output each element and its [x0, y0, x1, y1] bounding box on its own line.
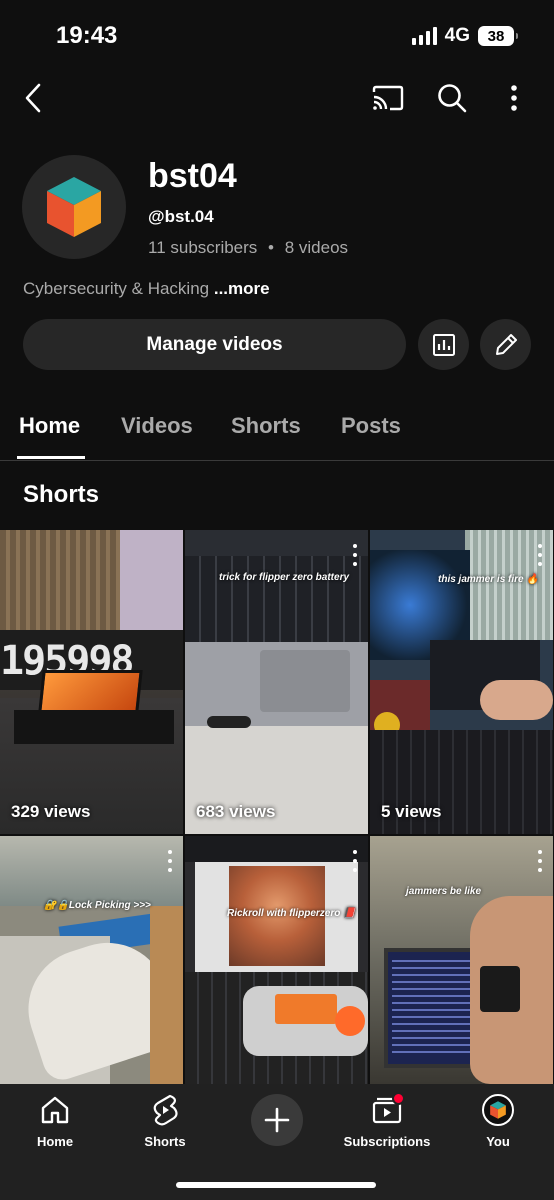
top-app-bar: [0, 70, 554, 126]
more-options-button[interactable]: [492, 76, 536, 120]
channel-handle: @bst.04: [148, 207, 214, 226]
nav-you-icon-wrap: [480, 1092, 516, 1128]
channel-stats: 11 subscribers • 8 videos: [148, 238, 348, 258]
short-thumbnail: [0, 836, 183, 1084]
home-icon: [37, 1092, 73, 1128]
notification-dot: [392, 1092, 405, 1105]
cellular-signal-icon: [411, 27, 437, 45]
back-button[interactable]: [12, 76, 56, 120]
home-indicator: [176, 1182, 376, 1188]
back-arrow-icon: [25, 83, 41, 113]
short-item[interactable]: trick for flipper zero battery 683 views: [185, 530, 368, 834]
short-thumbnail: [185, 836, 368, 1084]
short-caption: trick for flipper zero battery: [219, 572, 350, 583]
cast-button[interactable]: [366, 76, 410, 120]
short-view-count: 329 views: [11, 802, 91, 821]
cube-logo-icon: [47, 177, 101, 237]
tab-home[interactable]: Home: [19, 413, 80, 439]
short-item[interactable]: 🔐🔒Lock Picking >>>: [0, 836, 183, 1084]
manage-videos-button[interactable]: Manage videos: [23, 319, 406, 370]
analytics-button[interactable]: [418, 319, 469, 370]
short-item[interactable]: this jammer is fire 🔥 5 views: [370, 530, 553, 834]
pencil-icon: [495, 333, 517, 355]
short-more-button[interactable]: [352, 850, 358, 872]
short-more-button[interactable]: [352, 544, 358, 566]
channel-name: bst04: [148, 157, 237, 195]
search-button[interactable]: [430, 76, 474, 120]
battery-icon: 38: [478, 26, 518, 46]
description-more-link[interactable]: ...more: [214, 279, 270, 298]
short-item[interactable]: jammers be like: [370, 836, 553, 1084]
short-more-button[interactable]: [167, 850, 173, 872]
more-vertical-icon: [511, 85, 517, 111]
nav-home-label: Home: [36, 1134, 74, 1149]
account-avatar-icon: [482, 1094, 514, 1126]
network-type: 4G: [444, 25, 470, 46]
channel-header: bst04 @bst.04 11 subscribers • 8 videos …: [0, 155, 554, 305]
subscriber-count: 11 subscribers: [148, 238, 258, 257]
tab-posts[interactable]: Posts: [341, 413, 401, 439]
analytics-icon: [432, 333, 455, 356]
short-item[interactable]: 195998 329 views: [0, 530, 183, 834]
short-item[interactable]: Rickroll with flipperzero 📕: [185, 836, 368, 1084]
short-thumbnail: 195998: [0, 530, 183, 834]
edit-channel-button[interactable]: [480, 319, 531, 370]
video-count: 8 videos: [284, 238, 349, 257]
shorts-section-title: Shorts: [23, 481, 100, 508]
status-indicators: 4G 38: [411, 25, 518, 47]
short-caption: 🔐🔒Lock Picking >>>: [44, 900, 151, 911]
short-more-button[interactable]: [537, 850, 543, 872]
description-text: Cybersecurity & Hacking: [23, 279, 210, 298]
nav-shorts[interactable]: Shorts: [110, 1092, 220, 1154]
short-thumbnail: [370, 836, 553, 1084]
channel-avatar[interactable]: [22, 155, 126, 259]
tab-shorts[interactable]: Shorts: [231, 413, 301, 439]
channel-actions: Manage videos: [0, 319, 554, 371]
create-button[interactable]: [251, 1094, 303, 1146]
subscriptions-icon: [369, 1092, 405, 1128]
nav-shorts-label: Shorts: [144, 1134, 186, 1149]
shorts-icon: [147, 1092, 183, 1128]
status-bar: 19:43 4G 38: [0, 0, 554, 70]
channel-tabs: Home Videos Shorts Posts: [0, 405, 554, 461]
nav-you-label: You: [486, 1134, 510, 1149]
bottom-navigation: Home Shorts Subscriptions You: [0, 1084, 554, 1200]
short-caption: this jammer is fire 🔥: [438, 574, 539, 585]
nav-subscriptions[interactable]: Subscriptions: [332, 1092, 442, 1154]
short-view-count: 683 views: [196, 802, 276, 821]
short-view-count: 5 views: [381, 802, 442, 821]
short-more-button[interactable]: [537, 544, 543, 566]
channel-description[interactable]: Cybersecurity & Hacking ...more: [23, 279, 270, 299]
short-caption: Rickroll with flipperzero 📕: [227, 908, 356, 919]
stats-separator: •: [268, 238, 274, 257]
plus-icon: [264, 1107, 290, 1133]
nav-subscriptions-label: Subscriptions: [343, 1134, 431, 1149]
short-caption: jammers be like: [406, 886, 482, 897]
shorts-grid: 195998 329 views trick for flipper zero …: [0, 530, 554, 1084]
search-icon: [438, 84, 467, 113]
nav-home[interactable]: Home: [0, 1092, 110, 1154]
cast-icon: [372, 85, 404, 111]
status-time: 19:43: [56, 22, 118, 49]
tab-videos[interactable]: Videos: [121, 413, 193, 439]
nav-you[interactable]: You: [443, 1092, 553, 1154]
active-tab-indicator: [17, 456, 85, 459]
